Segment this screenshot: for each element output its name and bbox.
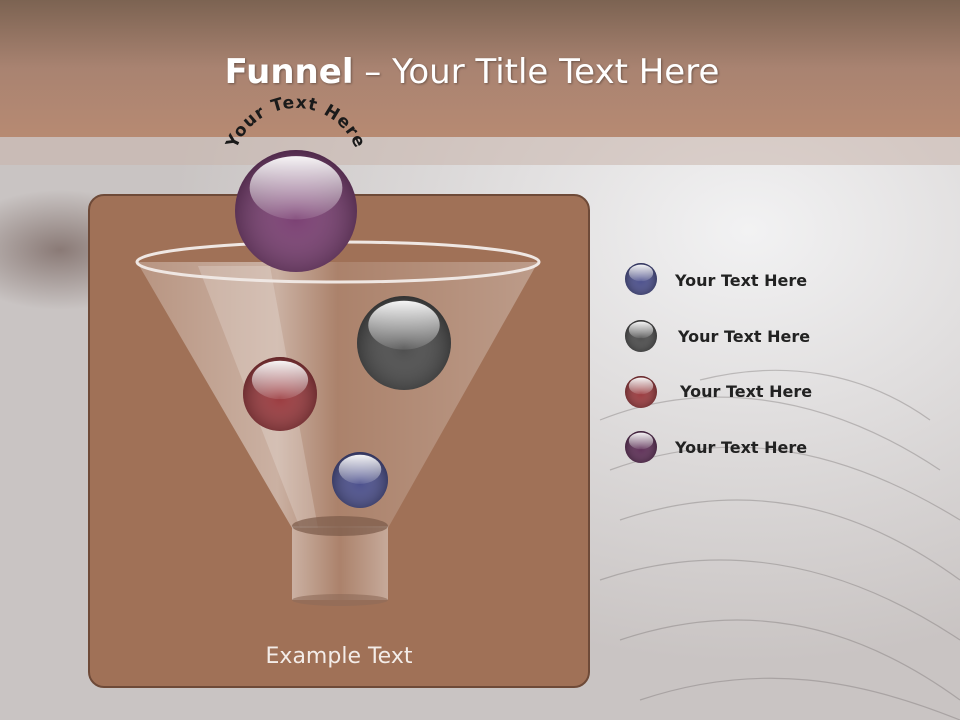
arc-text-path: Your Text Here — [222, 93, 369, 153]
sphere-highlight — [628, 432, 654, 450]
sphere-highlight — [628, 264, 654, 282]
sphere-highlight — [249, 156, 343, 220]
arc-text: Your Text Here — [222, 93, 370, 153]
legend-ball-1 — [625, 263, 657, 295]
legend-label: Your Text Here — [678, 327, 811, 346]
legend-label: Your Text Here — [675, 438, 808, 457]
legend-ball-3 — [625, 376, 657, 408]
legend-label: Your Text Here — [675, 271, 808, 290]
sphere-highlight — [338, 454, 382, 484]
funnel-spout-top — [292, 516, 388, 536]
example-text: Example Text — [265, 644, 413, 669]
sphere-highlight — [251, 360, 309, 400]
funnel-ball-dark — [357, 296, 451, 390]
sphere-highlight — [628, 321, 654, 339]
legend-label: Your Text Here — [680, 382, 813, 401]
legend-ball-2 — [625, 320, 657, 352]
legend-ball-4 — [625, 431, 657, 463]
funnel-diagram: Your Text Here — [135, 93, 657, 606]
funnel-ball-red — [243, 357, 317, 431]
funnel-spout-bottom — [292, 594, 388, 606]
funnel-ball-top — [235, 150, 357, 272]
funnel-ball-blue — [332, 452, 388, 508]
funnel-spout — [292, 526, 388, 600]
sphere-highlight — [368, 300, 440, 350]
sphere-highlight — [628, 377, 654, 395]
